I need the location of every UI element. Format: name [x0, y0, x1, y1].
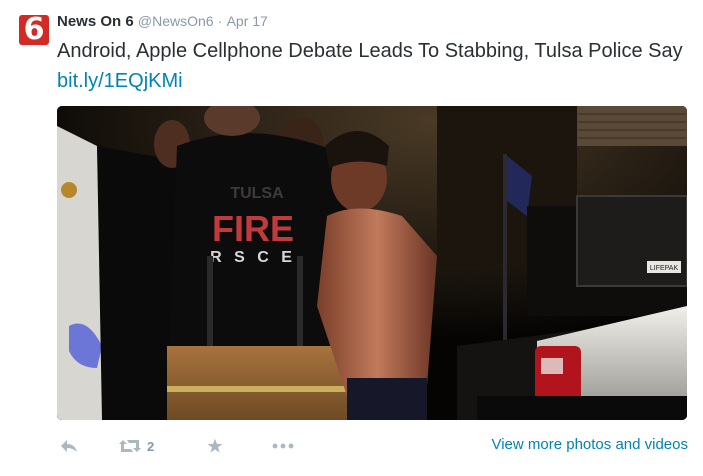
photo-scene: LIFEPAK TULSA FIRE R S C E	[57, 106, 687, 420]
avatar[interactable]: 6	[19, 15, 49, 45]
more-button[interactable]	[272, 432, 294, 460]
retweet-count: 2	[147, 438, 155, 454]
favorite-icon	[207, 438, 223, 453]
jacket-text-fire: FIRE	[212, 208, 294, 249]
retweet-icon	[119, 440, 141, 452]
tweet-header: News On 6 @NewsOn6 · Apr 17	[57, 13, 268, 30]
more-icon	[272, 443, 294, 449]
tweet-actions: 2 View more photos and videos	[57, 432, 692, 460]
reply-button[interactable]	[60, 432, 78, 460]
tweet-date[interactable]: Apr 17	[227, 13, 268, 29]
view-more-link[interactable]: View more photos and videos	[491, 436, 688, 453]
separator-dot: ·	[217, 13, 223, 29]
display-name[interactable]: News On 6	[57, 13, 134, 30]
tweet-photo[interactable]: LIFEPAK TULSA FIRE R S C E	[57, 106, 687, 420]
firefighter-pants	[167, 346, 357, 420]
tweet-link[interactable]: bit.ly/1EQjKMi	[57, 70, 183, 93]
avatar-logo-text: 6	[23, 15, 45, 45]
user-handle[interactable]: @NewsOn6	[138, 13, 214, 29]
equipment-label: LIFEPAK	[650, 265, 679, 272]
jacket-text-tulsa: TULSA	[230, 185, 284, 202]
man-jeans	[347, 378, 427, 420]
garage-door	[577, 106, 687, 146]
retweet-button[interactable]: 2	[119, 432, 154, 460]
favorite-button[interactable]	[207, 432, 223, 460]
tweet-text: Android, Apple Cellphone Debate Leads To…	[57, 40, 683, 62]
reply-icon	[61, 440, 77, 452]
jacket-text-rescue: R S C E	[210, 249, 296, 266]
